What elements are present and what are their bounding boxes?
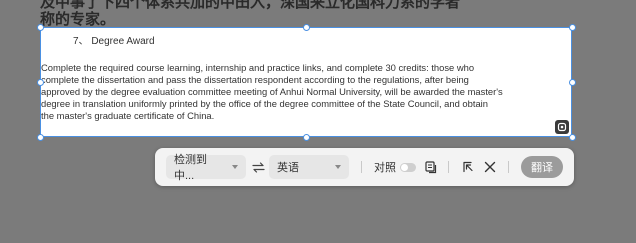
source-language-label: 检测到中... <box>174 154 207 182</box>
copy-icon[interactable] <box>423 159 439 175</box>
translation-toolbar: 检测到中... 英语 对照 翻译 <box>155 148 574 186</box>
section-heading: 7、 Degree Award <box>73 36 155 47</box>
paragraph-line: degree in translation uniformly printed … <box>41 98 488 109</box>
resize-handle-bottom[interactable] <box>303 134 310 141</box>
chevron-down-icon <box>335 165 341 169</box>
resize-handle-bottom-right[interactable] <box>569 134 576 141</box>
paragraph-line: complete the dissertation and pass the d… <box>41 74 469 85</box>
chevron-down-icon <box>232 165 238 169</box>
divider <box>361 161 362 173</box>
target-language-label: 英语 <box>277 162 299 174</box>
paragraph: Complete the required course learning, i… <box>41 62 566 122</box>
paragraph-line: Complete the required course learning, i… <box>41 62 475 73</box>
pin-icon[interactable] <box>460 159 476 175</box>
selected-text-box[interactable]: 7、 Degree Award Complete the required co… <box>40 27 572 137</box>
close-icon[interactable] <box>482 159 498 175</box>
resize-handle-top-left[interactable] <box>37 24 44 31</box>
paragraph-line: the master's graduate certificate of Chi… <box>41 110 215 121</box>
resize-handle-right[interactable] <box>569 79 576 86</box>
ai-chip-icon[interactable] <box>555 120 569 134</box>
divider <box>508 161 509 173</box>
compare-toggle[interactable] <box>400 162 416 172</box>
divider <box>448 161 449 173</box>
compare-label: 对照 <box>374 162 396 174</box>
target-language-select[interactable]: 英语 <box>269 155 349 179</box>
compare-toggle-group[interactable]: 对照 <box>374 159 416 175</box>
translate-button[interactable]: 翻译 <box>521 156 563 178</box>
resize-handle-top-right[interactable] <box>569 24 576 31</box>
document-text-line: 称的专家。 <box>40 10 116 28</box>
resize-handle-bottom-left[interactable] <box>37 134 44 141</box>
swap-arrows-icon[interactable] <box>251 160 265 174</box>
source-language-select[interactable]: 检测到中... <box>166 154 246 182</box>
resize-handle-top[interactable] <box>303 24 310 31</box>
paragraph-line: approved by the degree evaluation commit… <box>41 86 503 97</box>
resize-handle-left[interactable] <box>37 79 44 86</box>
translate-button-label: 翻译 <box>531 162 553 174</box>
